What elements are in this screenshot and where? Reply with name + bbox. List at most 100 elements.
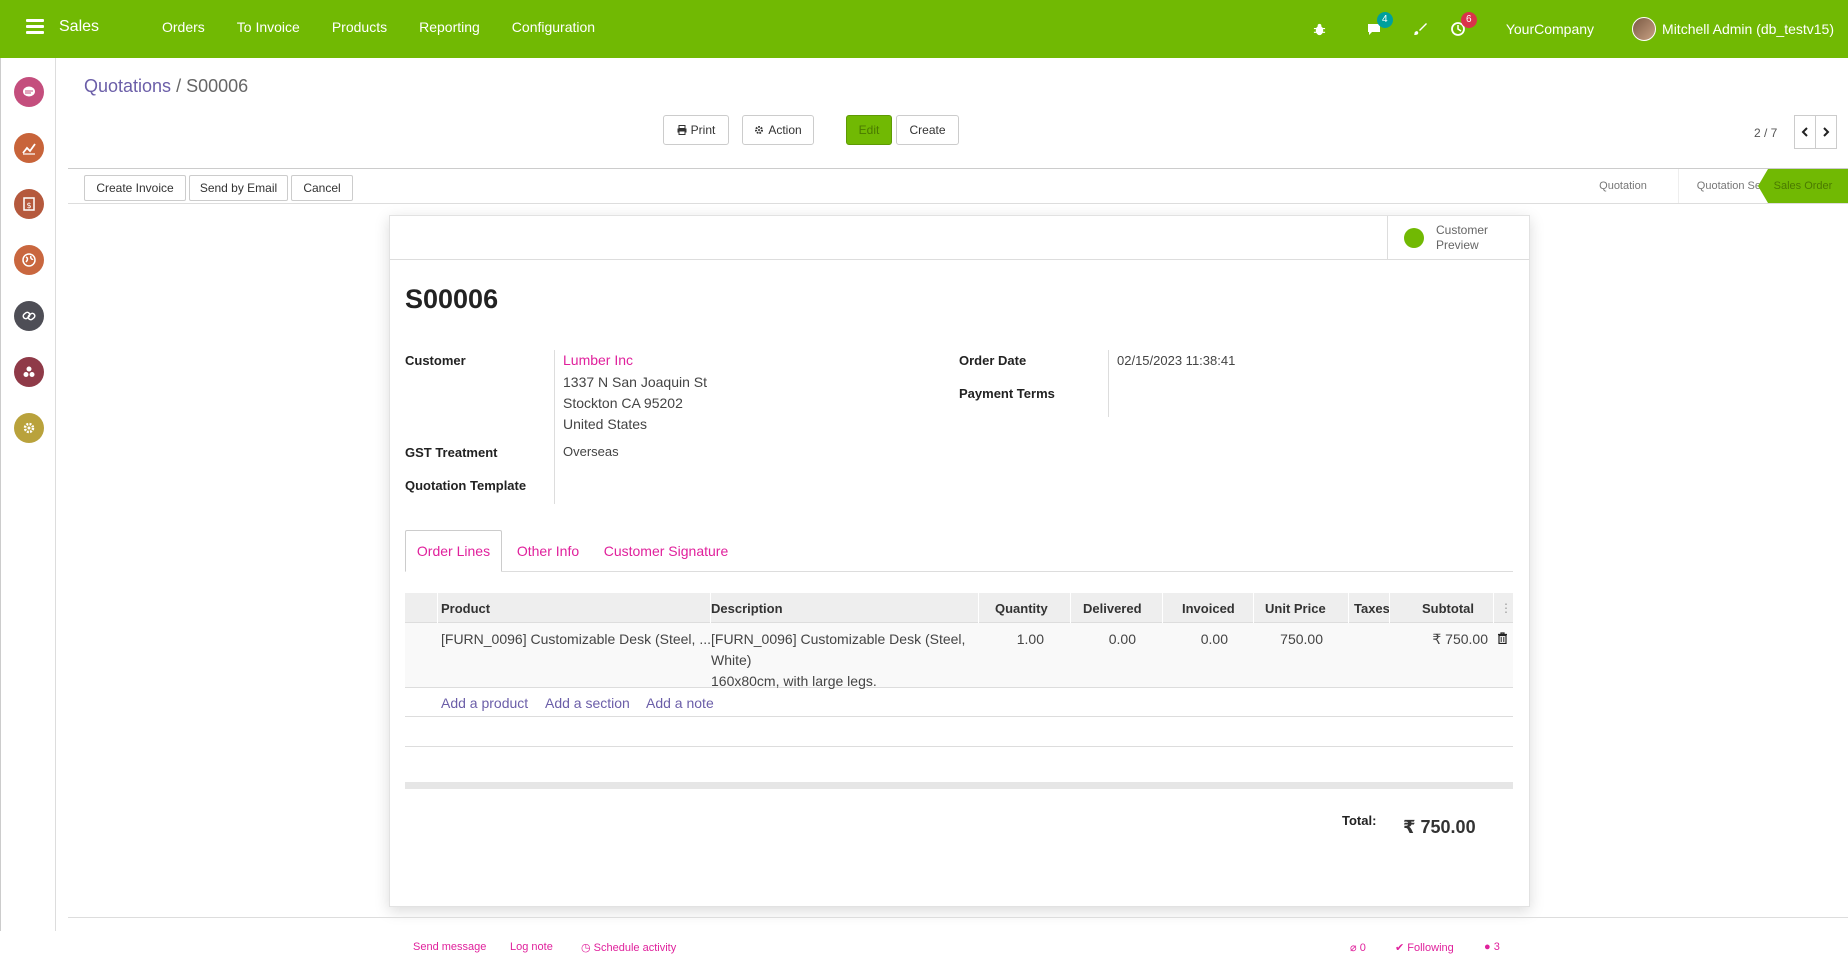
- brush-icon[interactable]: [1410, 19, 1430, 39]
- row-unit-price: 750.00: [1280, 631, 1323, 647]
- send-by-email-button[interactable]: Send by Email: [189, 175, 288, 201]
- globe-icon: [1404, 228, 1424, 248]
- col-taxes[interactable]: Taxes: [1354, 601, 1390, 616]
- chat-icon[interactable]: [14, 77, 44, 107]
- menu-products[interactable]: Products: [332, 19, 387, 35]
- apps-menu-icon[interactable]: [26, 19, 44, 35]
- add-line-row: Add a product Add a section Add a note: [405, 688, 1513, 717]
- table-row[interactable]: [FURN_0096] Customizable Desk (Steel, ..…: [405, 623, 1513, 689]
- clock-icon: ◷: [581, 942, 591, 954]
- optional-columns-icon[interactable]: ⋮: [1500, 601, 1512, 615]
- add-product-link[interactable]: Add a product: [441, 695, 528, 711]
- following-button[interactable]: ✔ Following: [1395, 941, 1454, 954]
- preview-label-2: Preview: [1436, 238, 1479, 252]
- following-label: Following: [1407, 942, 1454, 954]
- print-icon: [677, 125, 687, 135]
- delete-row-trash-icon[interactable]: [1497, 632, 1508, 647]
- app-name[interactable]: Sales: [59, 18, 99, 36]
- customer-preview-button[interactable]: Customer Preview: [1387, 216, 1529, 260]
- order-date-value[interactable]: 02/15/2023 11:38:41: [1117, 353, 1235, 368]
- stage-sales-order[interactable]: Sales Order: [1758, 169, 1848, 203]
- address-line-2: Stockton CA 95202: [563, 395, 683, 411]
- menu-configuration[interactable]: Configuration: [512, 19, 595, 35]
- attachments-button[interactable]: ⌀ 0: [1350, 941, 1366, 954]
- add-note-link[interactable]: Add a note: [646, 695, 714, 711]
- user-icon: ●: [1484, 941, 1491, 953]
- chatter-bar: Send message Log note ◷ Schedule activit…: [68, 917, 1848, 966]
- col-invoiced[interactable]: Invoiced: [1182, 601, 1235, 616]
- action-button[interactable]: Action: [742, 115, 814, 145]
- pager-next-icon[interactable]: [1815, 115, 1837, 149]
- create-button[interactable]: Create: [896, 115, 959, 145]
- add-section-link[interactable]: Add a section: [545, 695, 630, 711]
- attachments-count: 0: [1359, 942, 1366, 954]
- total-value: ₹ 750.00: [1403, 817, 1476, 837]
- apps-icon[interactable]: [14, 357, 44, 387]
- activities-clock-icon[interactable]: 6: [1448, 12, 1477, 39]
- chart-icon[interactable]: [14, 133, 44, 163]
- breadcrumb-quotations[interactable]: Quotations: [84, 76, 171, 96]
- gst-label: GST Treatment: [405, 445, 498, 460]
- schedule-activity-button[interactable]: ◷ Schedule activity: [581, 941, 676, 954]
- gear-icon: [755, 126, 764, 134]
- order-name: S00006: [405, 284, 499, 314]
- user-name: Mitchell Admin (db_testv15): [1662, 21, 1834, 37]
- menu-orders[interactable]: Orders: [162, 19, 205, 35]
- col-product[interactable]: Product: [441, 601, 490, 616]
- invoice-icon[interactable]: $: [14, 189, 44, 219]
- gst-value[interactable]: Overseas: [563, 444, 619, 459]
- schedule-activity-label: Schedule activity: [593, 942, 677, 954]
- globe-icon[interactable]: [14, 245, 44, 275]
- menu-to-invoice[interactable]: To Invoice: [237, 19, 300, 35]
- cancel-button[interactable]: Cancel: [291, 175, 353, 201]
- col-quantity[interactable]: Quantity: [995, 601, 1048, 616]
- row-description-line-1: [FURN_0096] Customizable Desk (Steel,: [711, 631, 966, 647]
- edit-button[interactable]: Edit: [846, 115, 892, 145]
- print-button[interactable]: Print: [663, 115, 729, 145]
- tab-order-lines[interactable]: Order Lines: [405, 530, 502, 572]
- company-switcher[interactable]: YourCompany: [1506, 21, 1594, 37]
- total-label: Total:: [1342, 813, 1377, 828]
- customer-label: Customer: [405, 353, 466, 368]
- user-menu[interactable]: Mitchell Admin (db_testv15): [1632, 17, 1834, 41]
- action-label: Action: [768, 123, 802, 137]
- create-invoice-button[interactable]: Create Invoice: [84, 175, 186, 201]
- breadcrumb-separator: /: [176, 76, 182, 96]
- quotation-template-label: Quotation Template: [405, 478, 527, 493]
- row-quantity: 1.00: [1016, 631, 1044, 647]
- address-line-1: 1337 N San Joaquin St: [563, 374, 707, 390]
- followers-button[interactable]: ● 3: [1484, 941, 1500, 953]
- row-delivered: 0.00: [1108, 631, 1136, 647]
- avatar: [1632, 17, 1657, 41]
- form-sheet: Customer Preview S00006 Customer Lumber …: [389, 215, 1530, 907]
- address-line-3: United States: [563, 416, 648, 432]
- send-message-button[interactable]: Send message: [413, 941, 486, 953]
- status-bar: Create Invoice Send by Email Cancel Quot…: [68, 168, 1848, 204]
- settings-icon[interactable]: [14, 413, 44, 443]
- tab-other-info[interactable]: Other Info: [502, 530, 594, 572]
- breadcrumb: Quotations / S00006: [84, 76, 248, 97]
- messages-icon[interactable]: 4: [1364, 12, 1393, 39]
- customer-link[interactable]: Lumber Inc: [563, 352, 633, 368]
- pager-previous-icon[interactable]: [1794, 115, 1816, 149]
- row-product[interactable]: [FURN_0096] Customizable Desk (Steel, ..…: [441, 631, 711, 647]
- order-date-label: Order Date: [959, 353, 1027, 368]
- row-description-line-2: White): [711, 652, 752, 668]
- stage-quotation[interactable]: Quotation: [1568, 169, 1678, 203]
- menu-reporting[interactable]: Reporting: [419, 19, 480, 35]
- col-subtotal[interactable]: Subtotal: [1422, 601, 1474, 616]
- col-delivered[interactable]: Delivered: [1083, 601, 1142, 616]
- field-divider: [554, 350, 555, 504]
- link-icon[interactable]: [14, 301, 44, 331]
- log-note-button[interactable]: Log note: [510, 941, 553, 953]
- print-label: Print: [690, 123, 716, 137]
- paperclip-icon: ⌀: [1350, 942, 1357, 954]
- row-subtotal: ₹ 750.00: [1432, 631, 1488, 647]
- tab-customer-signature[interactable]: Customer Signature: [594, 530, 738, 572]
- col-description[interactable]: Description: [711, 601, 783, 616]
- pager-value[interactable]: 2 / 7: [1754, 126, 1777, 140]
- col-unit-price[interactable]: Unit Price: [1265, 601, 1326, 616]
- notebook-tabs: Order Lines Other Info Customer Signatur…: [405, 530, 1513, 572]
- preview-label-1: Customer: [1436, 223, 1489, 237]
- debug-bug-icon[interactable]: [1310, 19, 1330, 39]
